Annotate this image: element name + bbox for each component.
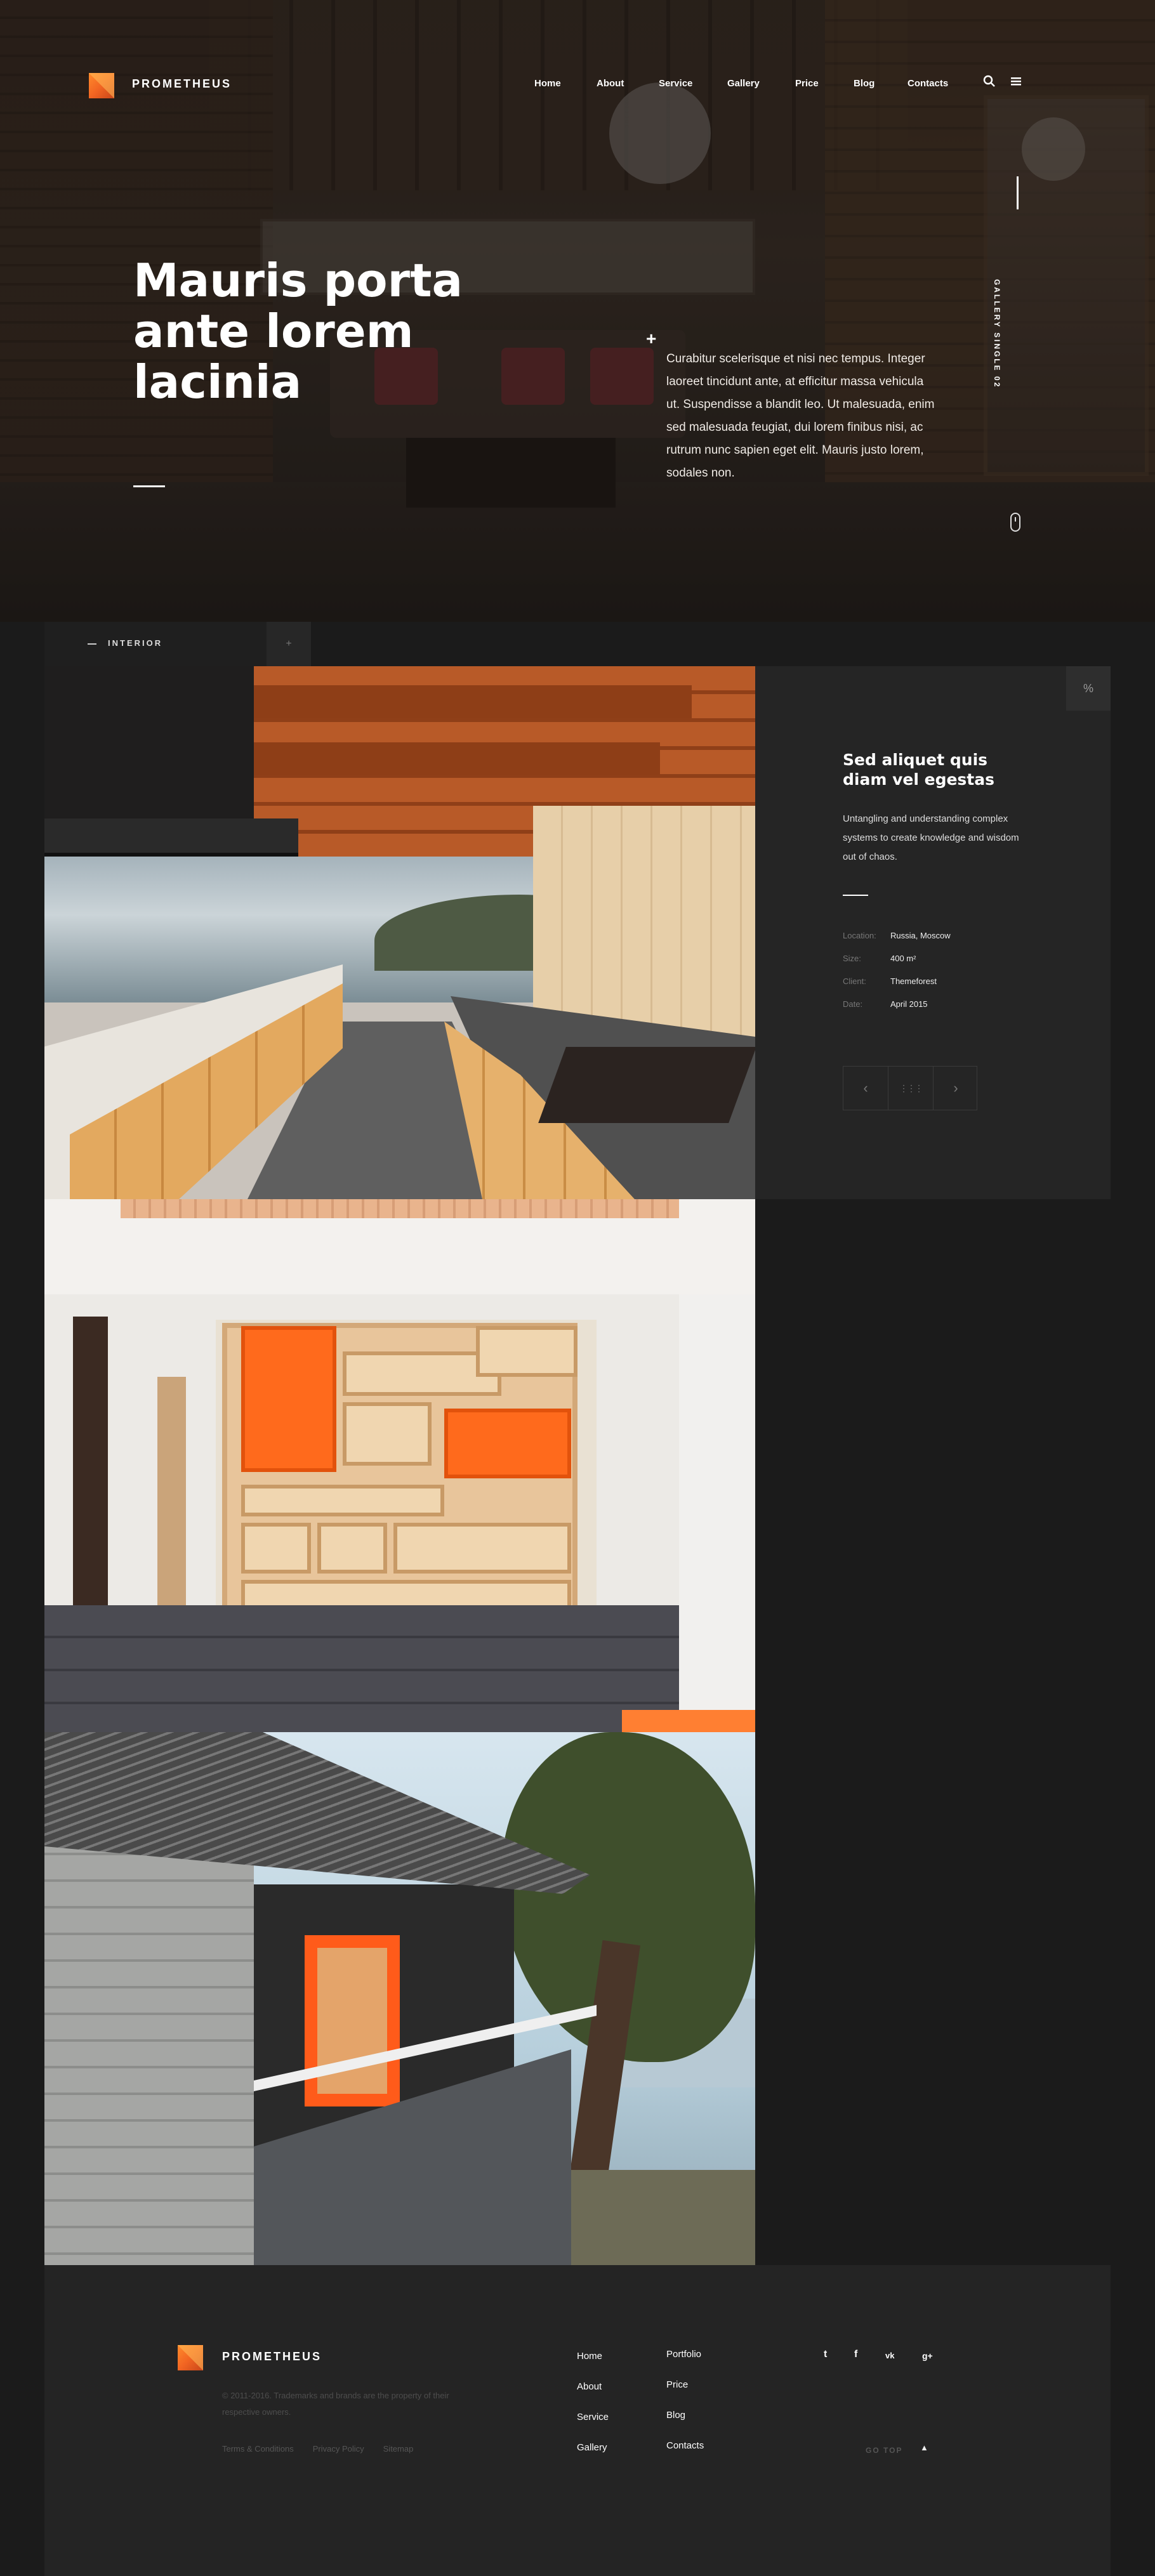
link-icon[interactable]: %	[1066, 666, 1111, 711]
terms-link[interactable]: Terms & Conditions	[222, 2444, 294, 2454]
footer-nav-gallery[interactable]: Gallery	[577, 2442, 607, 2453]
nav-blog[interactable]: Blog	[854, 78, 874, 89]
footer-nav-home[interactable]: Home	[577, 2351, 602, 2362]
nav-contacts[interactable]: Contacts	[908, 78, 948, 89]
gallery-image-house[interactable]	[44, 1732, 755, 2265]
menu-icon[interactable]	[1009, 74, 1026, 91]
info-divider	[843, 895, 868, 896]
hero-title: Mauris porta ante lorem lacinia	[133, 254, 463, 409]
copyright-text: © 2011-2016. Trademarks and brands are t…	[222, 2391, 449, 2417]
twitter-icon[interactable]: t	[824, 2349, 827, 2360]
meta-value: 400 m²	[890, 954, 916, 963]
footer-nav-portfolio[interactable]: Portfolio	[666, 2349, 701, 2360]
nav-price[interactable]: Price	[795, 78, 819, 89]
gallery-image-kitchen[interactable]	[44, 666, 755, 1199]
project-info-panel: % Sed aliquet quis diam vel egestas Unta…	[755, 666, 1111, 1199]
google-plus-icon[interactable]: g+	[922, 2351, 933, 2361]
hero-description: Curabitur scelerisque et nisi nec tempus…	[666, 352, 935, 480]
logo-icon[interactable]	[89, 73, 114, 98]
project-title: Sed aliquet quis diam vel egestas	[843, 751, 995, 789]
nav-about[interactable]: About	[597, 78, 624, 89]
footer-nav-contacts[interactable]: Contacts	[666, 2440, 704, 2451]
side-indicator-line	[1017, 176, 1019, 209]
footer-nav-about[interactable]: About	[577, 2381, 602, 2392]
meta-key: Date:	[843, 999, 863, 1009]
search-icon[interactable]	[982, 74, 999, 91]
plus-icon: +	[646, 329, 657, 348]
meta-value: Themeforest	[890, 976, 937, 986]
nav-gallery[interactable]: Gallery	[727, 78, 760, 89]
footer-logo-icon[interactable]	[178, 2345, 203, 2370]
arrow-up-icon[interactable]: ▲	[920, 2443, 928, 2452]
meta-key: Location:	[843, 931, 876, 940]
next-arrow-icon[interactable]: ›	[934, 1067, 978, 1110]
go-top-link[interactable]: GO TOP	[866, 2446, 902, 2455]
grid-icon[interactable]: ⋮⋮⋮	[888, 1067, 933, 1110]
filter-toggle-button[interactable]: +	[267, 622, 311, 666]
footer-nav-blog[interactable]: Blog	[666, 2410, 685, 2421]
vk-icon[interactable]: vk	[885, 2351, 894, 2360]
nav-service[interactable]: Service	[659, 78, 692, 89]
meta-key: Size:	[843, 954, 861, 963]
gallery-image-shelves[interactable]	[44, 1199, 755, 1732]
hero-section: PROMETHEUS Home About Service Gallery Pr…	[0, 0, 1155, 622]
footer-legal-links: Terms & Conditions Privacy Policy Sitema…	[222, 2444, 432, 2454]
side-page-label: GALLERY SINGLE 02	[993, 279, 1001, 389]
facebook-icon[interactable]: f	[854, 2349, 857, 2360]
scroll-mouse-icon[interactable]	[1010, 513, 1020, 532]
nav-home[interactable]: Home	[534, 78, 561, 89]
brand-name[interactable]: PROMETHEUS	[132, 77, 232, 91]
meta-key: Client:	[843, 976, 866, 986]
footer-brand-name[interactable]: PROMETHEUS	[222, 2350, 322, 2363]
project-pager: ‹ ⋮⋮⋮ ›	[843, 1066, 977, 1110]
privacy-link[interactable]: Privacy Policy	[313, 2444, 364, 2454]
top-navigation: PROMETHEUS Home About Service Gallery Pr…	[0, 0, 1155, 98]
footer-nav-service[interactable]: Service	[577, 2412, 609, 2422]
hero-divider	[133, 485, 165, 487]
project-description: Untangling and understanding complex sys…	[843, 813, 1019, 862]
footer-nav-price[interactable]: Price	[666, 2379, 688, 2390]
meta-value: April 2015	[890, 999, 928, 1009]
sitemap-link[interactable]: Sitemap	[383, 2444, 414, 2454]
site-footer: PROMETHEUS © 2011-2016. Trademarks and b…	[44, 2265, 1111, 2576]
filter-label: INTERIOR	[108, 638, 163, 648]
prev-arrow-icon[interactable]: ‹	[843, 1067, 888, 1110]
meta-value: Russia, Moscow	[890, 931, 951, 940]
dash-icon	[88, 643, 96, 645]
category-filter-bar: INTERIOR +	[44, 622, 311, 666]
